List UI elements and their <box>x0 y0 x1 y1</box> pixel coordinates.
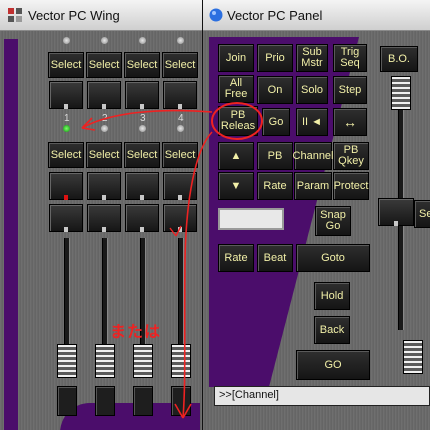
app-grid-icon <box>8 8 22 22</box>
indicator-dot <box>101 37 108 44</box>
param-button[interactable]: Param <box>294 172 332 200</box>
pb-qkey-label: PB Qkey <box>338 144 364 167</box>
go-small-button[interactable]: Go <box>262 108 290 136</box>
app-globe-icon <box>209 8 223 22</box>
sub-mstr-label: Sub Mstr <box>301 46 323 69</box>
channel-number-1: 1 <box>64 113 70 124</box>
pb-releas-button[interactable]: PB Releas <box>218 106 258 136</box>
all-free-label: All Free <box>224 77 248 100</box>
snap-go-button[interactable]: Snap Go <box>315 206 351 236</box>
channel-number-2: 2 <box>102 113 108 124</box>
trig-seq-button[interactable]: Trig Seq <box>333 44 367 72</box>
master-fader-knob[interactable] <box>403 340 423 374</box>
rate2-button[interactable]: Rate <box>218 244 254 272</box>
all-free-button[interactable]: All Free <box>218 75 254 103</box>
fader-track-1 <box>64 238 70 348</box>
fader-knob-3[interactable] <box>133 344 153 378</box>
se-partial-button[interactable]: Se <box>414 200 430 228</box>
channel-number-4: 4 <box>178 113 184 124</box>
hold-button[interactable]: Hold <box>314 282 350 310</box>
bo-button[interactable]: B.O. <box>380 46 418 72</box>
flash-button-12[interactable] <box>163 204 197 232</box>
bo-fader-knob[interactable] <box>391 76 411 110</box>
up-button[interactable]: ▲ <box>218 142 254 170</box>
flash-button-11[interactable] <box>125 204 159 232</box>
indicator-dot <box>177 37 184 44</box>
wing-window: Vector PC Wing Select Select Select Sele… <box>0 0 202 430</box>
fader-footer-button-3[interactable] <box>133 386 153 416</box>
fader-track-4 <box>178 238 184 348</box>
master-flash-button[interactable] <box>378 198 414 226</box>
indicator-dot <box>139 37 146 44</box>
panel-titlebar[interactable]: Vector PC Panel <box>203 0 430 31</box>
flash-button-7[interactable] <box>125 172 159 200</box>
flash-button-8[interactable] <box>163 172 197 200</box>
select-button-top-3[interactable]: Select <box>124 52 160 78</box>
command-line[interactable]: >>[Channel] <box>214 386 430 406</box>
goto-button[interactable]: Goto <box>296 244 370 272</box>
fader-knob-4[interactable] <box>171 344 191 378</box>
flash-button-10[interactable] <box>87 204 121 232</box>
down-button[interactable]: ▼ <box>218 172 254 200</box>
protect-button[interactable]: Protect <box>333 172 369 200</box>
panel-title: Vector PC Panel <box>227 8 323 23</box>
join-button[interactable]: Join <box>218 44 254 72</box>
select-button-3[interactable]: Select <box>124 142 160 168</box>
step-button[interactable]: Step <box>333 76 367 104</box>
pause-back-button[interactable]: II ◄ <box>296 108 328 136</box>
select-button-top-4[interactable]: Select <box>162 52 198 78</box>
value-field[interactable] <box>218 208 284 230</box>
flash-button-4[interactable] <box>163 81 197 109</box>
fader-track-2 <box>102 238 108 348</box>
fader-footer-button-1[interactable] <box>57 386 77 416</box>
go-big-button[interactable]: GO <box>296 350 370 380</box>
snap-go-label: Snap Go <box>320 209 346 232</box>
fader-footer-button-4[interactable] <box>171 386 191 416</box>
indicator-dot <box>177 125 184 132</box>
channel-button[interactable]: Channel <box>293 142 334 170</box>
trig-seq-label: Trig Seq <box>340 46 360 69</box>
on-button[interactable]: On <box>257 76 293 104</box>
swap-button[interactable]: ↔ <box>333 108 367 136</box>
select-button-top-1[interactable]: Select <box>48 52 84 78</box>
wing-title: Vector PC Wing <box>28 8 120 23</box>
select-button-4[interactable]: Select <box>162 142 198 168</box>
active-indicator-dot <box>63 125 70 132</box>
fader-knob-1[interactable] <box>57 344 77 378</box>
indicator-dot <box>139 125 146 132</box>
flash-button-3[interactable] <box>125 81 159 109</box>
flash-button-9[interactable] <box>49 204 83 232</box>
channel-number-3: 3 <box>140 113 146 124</box>
flash-button-1[interactable] <box>49 81 83 109</box>
fader-footer-button-2[interactable] <box>95 386 115 416</box>
flash-button-5[interactable] <box>49 172 83 200</box>
select-button-2[interactable]: Select <box>86 142 122 168</box>
beat-button[interactable]: Beat <box>257 244 293 272</box>
pb-button[interactable]: PB <box>257 142 293 170</box>
pb-releas-label: PB Releas <box>220 109 256 132</box>
annotation-text: または <box>110 324 162 341</box>
select-button-1[interactable]: Select <box>48 142 84 168</box>
indicator-dot <box>63 37 70 44</box>
select-button-top-2[interactable]: Select <box>86 52 122 78</box>
back-button[interactable]: Back <box>314 316 350 344</box>
flash-button-6[interactable] <box>87 172 121 200</box>
wing-titlebar[interactable]: Vector PC Wing <box>0 0 202 31</box>
pb-qkey-button[interactable]: PB Qkey <box>333 142 369 170</box>
solo-button[interactable]: Solo <box>296 76 328 104</box>
flash-button-2[interactable] <box>87 81 121 109</box>
fader-knob-2[interactable] <box>95 344 115 378</box>
indicator-dot <box>101 125 108 132</box>
sub-mstr-button[interactable]: Sub Mstr <box>296 44 328 72</box>
wing-purple-panel <box>4 39 18 430</box>
rate-button[interactable]: Rate <box>257 172 293 200</box>
prio-button[interactable]: Prio <box>257 44 293 72</box>
